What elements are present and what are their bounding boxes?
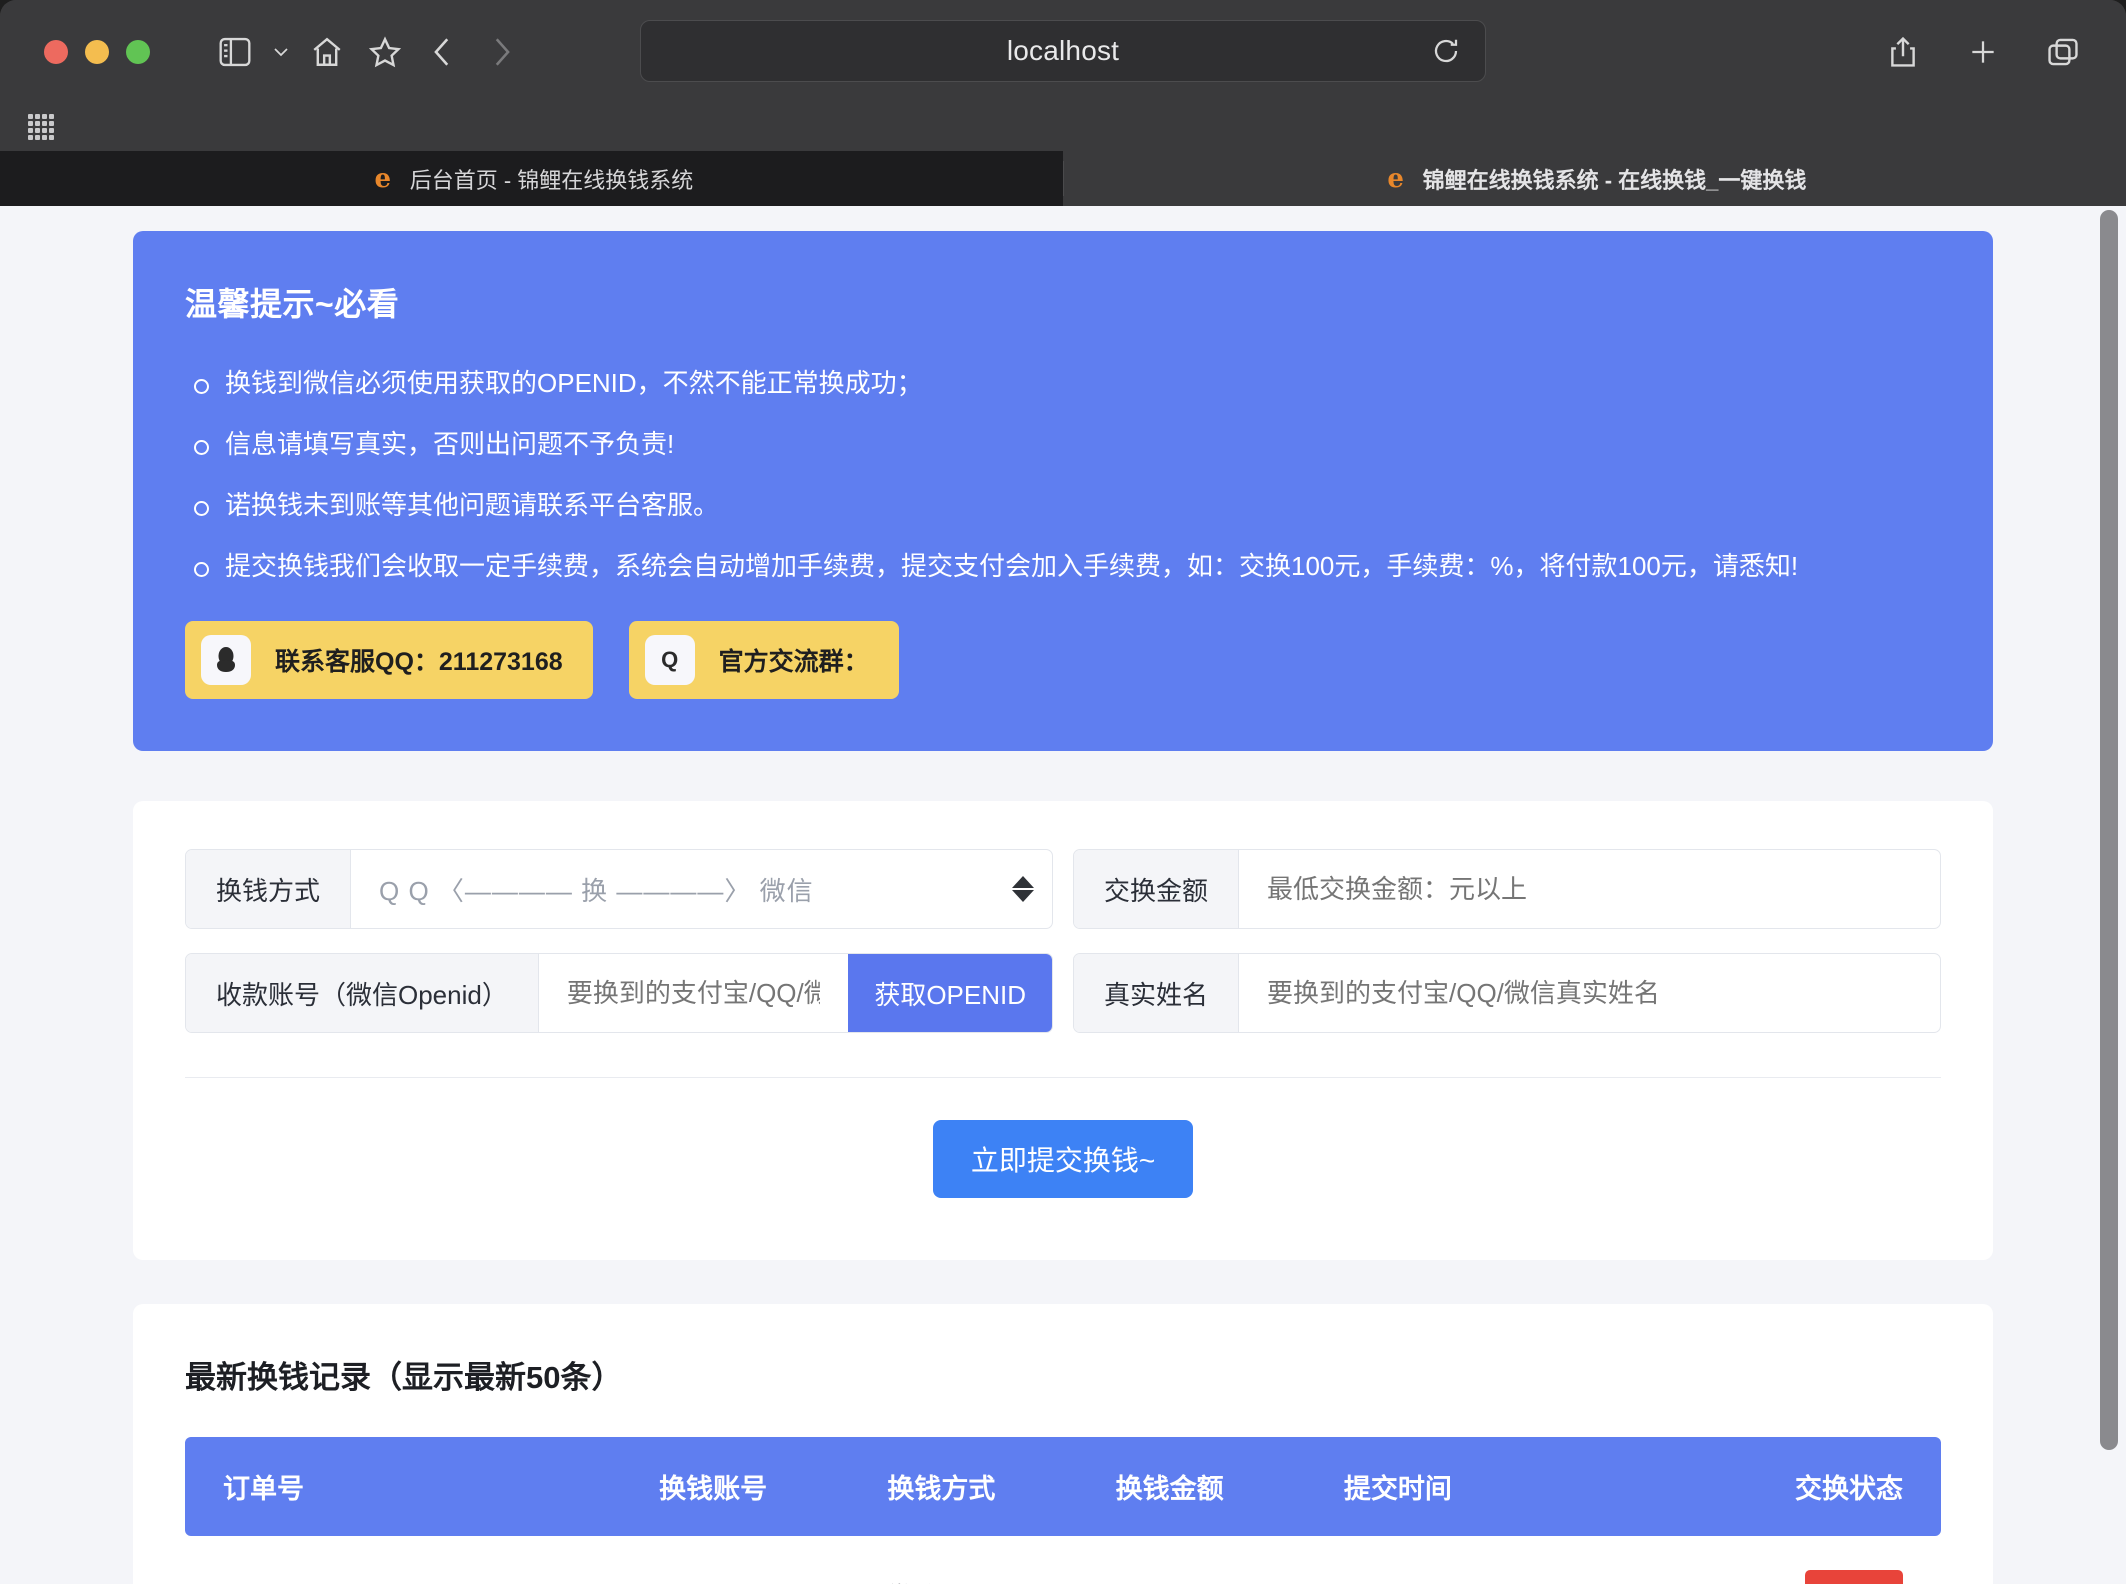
browser-window: localhost e 后台首页 - 锦鲤在线换钱系统 e 锦鲤在线换钱系统 -…	[0, 0, 2126, 1584]
cell-method: 微信	[887, 1536, 1115, 1584]
url-text: localhost	[1006, 35, 1120, 66]
submit-row: 立即提交换钱~	[185, 1078, 1941, 1212]
share-icon[interactable]	[1874, 23, 1932, 81]
exchange-form-card: 换钱方式 Q Q 〈———— 换 ————〉 微信 交换金额 收款账号（微信Op…	[133, 801, 1993, 1260]
tab-backend-home[interactable]: e 后台首页 - 锦鲤在线换钱系统	[0, 151, 1063, 206]
official-group-button[interactable]: Q 官方交流群：	[628, 621, 899, 699]
site-favicon-icon: e	[374, 163, 391, 194]
window-controls[interactable]	[44, 39, 150, 64]
back-chevron-icon[interactable]	[414, 23, 472, 81]
exchange-method-label: 换钱方式	[186, 850, 352, 928]
notice-card: 温馨提示~必看 换钱到微信必须使用获取的OPENID，不然不能正常换成功； 信息…	[133, 231, 1993, 751]
column-amount: 换钱金额	[1115, 1474, 1224, 1504]
page-content: 温馨提示~必看 换钱到微信必须使用获取的OPENID，不然不能正常换成功； 信息…	[0, 231, 2126, 1584]
cell-order-no: 20221219063144783	[185, 1536, 659, 1584]
site-favicon-icon: e	[1387, 163, 1404, 194]
notice-actions: 联系客服QQ：211273168 Q 官方交流群：	[185, 621, 1941, 699]
qq-penguin-icon	[201, 635, 251, 685]
form-grid: 换钱方式 Q Q 〈———— 换 ————〉 微信 交换金额 收款账号（微信Op…	[185, 849, 1941, 1033]
qq-group-icon: Q	[644, 635, 695, 685]
get-openid-button[interactable]: 获取OPENID	[848, 954, 1052, 1032]
notice-item: 信息请填写真实，否则出问题不予负责!	[185, 424, 1941, 465]
table-row: 20221219063144783 21***3168 微信 100 2022-…	[185, 1536, 1941, 1584]
cell-account: 21***3168	[659, 1536, 887, 1584]
column-status: 交换状态	[1795, 1474, 1903, 1504]
records-table: 订单号 换钱账号 换钱方式 换钱金额 提交时间 交换状态 20221219063…	[185, 1437, 1941, 1584]
contact-support-qq-label: 联系客服QQ：211273168	[275, 648, 563, 676]
exchange-method-field[interactable]: 换钱方式 Q Q 〈———— 换 ————〉 微信	[185, 849, 1053, 929]
exchange-method-select[interactable]: Q Q 〈———— 换 ————〉 微信	[351, 850, 994, 928]
toolbar-right-icons	[1874, 23, 2092, 81]
select-stepper-icon[interactable]	[994, 850, 1052, 928]
favorites-bar	[0, 103, 2126, 151]
records-table-head: 订单号 换钱账号 换钱方式 换钱金额 提交时间 交换状态	[185, 1437, 1941, 1536]
page-scrollbar[interactable]	[2100, 206, 2118, 1576]
official-group-label: 官方交流群：	[718, 648, 869, 676]
submit-exchange-button[interactable]: 立即提交换钱~	[932, 1120, 1194, 1198]
receive-openid-label: 收款账号（微信Openid）	[186, 954, 539, 1032]
records-title: 最新换钱记录（显示最新50条）	[185, 1360, 623, 1395]
scrollbar-thumb[interactable]	[2100, 210, 2118, 1450]
browser-toolbar: localhost	[0, 0, 2126, 103]
real-name-label: 真实姓名	[1074, 954, 1240, 1032]
reload-icon[interactable]	[1429, 34, 1463, 68]
exchange-amount-label: 交换金额	[1074, 850, 1240, 928]
star-icon[interactable]	[356, 23, 414, 81]
status-badge: 未付款	[1804, 1570, 1903, 1584]
address-bar[interactable]: localhost	[640, 20, 1486, 82]
notice-item: 提交换钱我们会收取一定手续费，系统会自动增加手续费，提交支付会加入手续费，如：交…	[185, 546, 1941, 587]
column-method: 换钱方式	[887, 1474, 996, 1504]
plus-icon[interactable]	[1954, 23, 2012, 81]
minimize-window-button[interactable]	[85, 39, 109, 64]
real-name-input[interactable]	[1239, 954, 1940, 1032]
toolbar-left-icons	[206, 23, 530, 81]
tab-label: 后台首页 - 锦鲤在线换钱系统	[409, 167, 694, 193]
notice-title: 温馨提示~必看	[185, 286, 400, 322]
records-card: 最新换钱记录（显示最新50条） 订单号 换钱账号 换钱方式 换钱金额 提交时间 …	[133, 1304, 1993, 1584]
maximize-window-button[interactable]	[126, 39, 150, 64]
cell-amount: 100	[1116, 1536, 1344, 1584]
receive-openid-input[interactable]	[538, 954, 849, 1032]
cell-status: 未付款	[1730, 1536, 1941, 1584]
home-icon[interactable]	[298, 23, 356, 81]
receive-openid-field[interactable]: 收款账号（微信Openid） 获取OPENID	[185, 953, 1053, 1033]
sidebar-icon[interactable]	[206, 23, 264, 81]
tab-bar: e 后台首页 - 锦鲤在线换钱系统 e 锦鲤在线换钱系统 - 在线换钱_一键换钱	[0, 151, 2126, 206]
forward-chevron-icon[interactable]	[472, 23, 530, 81]
chevron-down-icon[interactable]	[264, 23, 298, 81]
contact-support-qq-button[interactable]: 联系客服QQ：211273168	[185, 621, 593, 699]
column-submit-time: 提交时间	[1343, 1474, 1452, 1504]
column-order-no: 订单号	[223, 1474, 304, 1504]
exchange-amount-field[interactable]: 交换金额	[1073, 849, 1941, 929]
tab-overview-icon[interactable]	[2034, 23, 2092, 81]
page-viewport: 温馨提示~必看 换钱到微信必须使用获取的OPENID，不然不能正常换成功； 信息…	[0, 206, 2126, 1584]
column-account: 换钱账号	[659, 1474, 768, 1504]
cell-submit-time: 2022-12-19 06:31:44	[1344, 1536, 1730, 1584]
table-header-row: 订单号 换钱账号 换钱方式 换钱金额 提交时间 交换状态	[185, 1437, 1941, 1536]
tab-label: 锦鲤在线换钱系统 - 在线换钱_一键换钱	[1422, 167, 1807, 193]
records-table-body: 20221219063144783 21***3168 微信 100 2022-…	[185, 1536, 1941, 1584]
real-name-field[interactable]: 真实姓名	[1073, 953, 1941, 1033]
notice-list: 换钱到微信必须使用获取的OPENID，不然不能正常换成功； 信息请填写真实，否则…	[185, 363, 1941, 587]
grid-dots-icon[interactable]	[28, 114, 54, 140]
notice-item: 换钱到微信必须使用获取的OPENID，不然不能正常换成功；	[185, 363, 1941, 404]
exchange-amount-input[interactable]	[1239, 850, 1940, 928]
notice-item: 诺换钱未到账等其他问题请联系平台客服。	[185, 485, 1941, 526]
close-window-button[interactable]	[44, 39, 68, 64]
tab-exchange-front[interactable]: e 锦鲤在线换钱系统 - 在线换钱_一键换钱	[1063, 151, 2126, 206]
